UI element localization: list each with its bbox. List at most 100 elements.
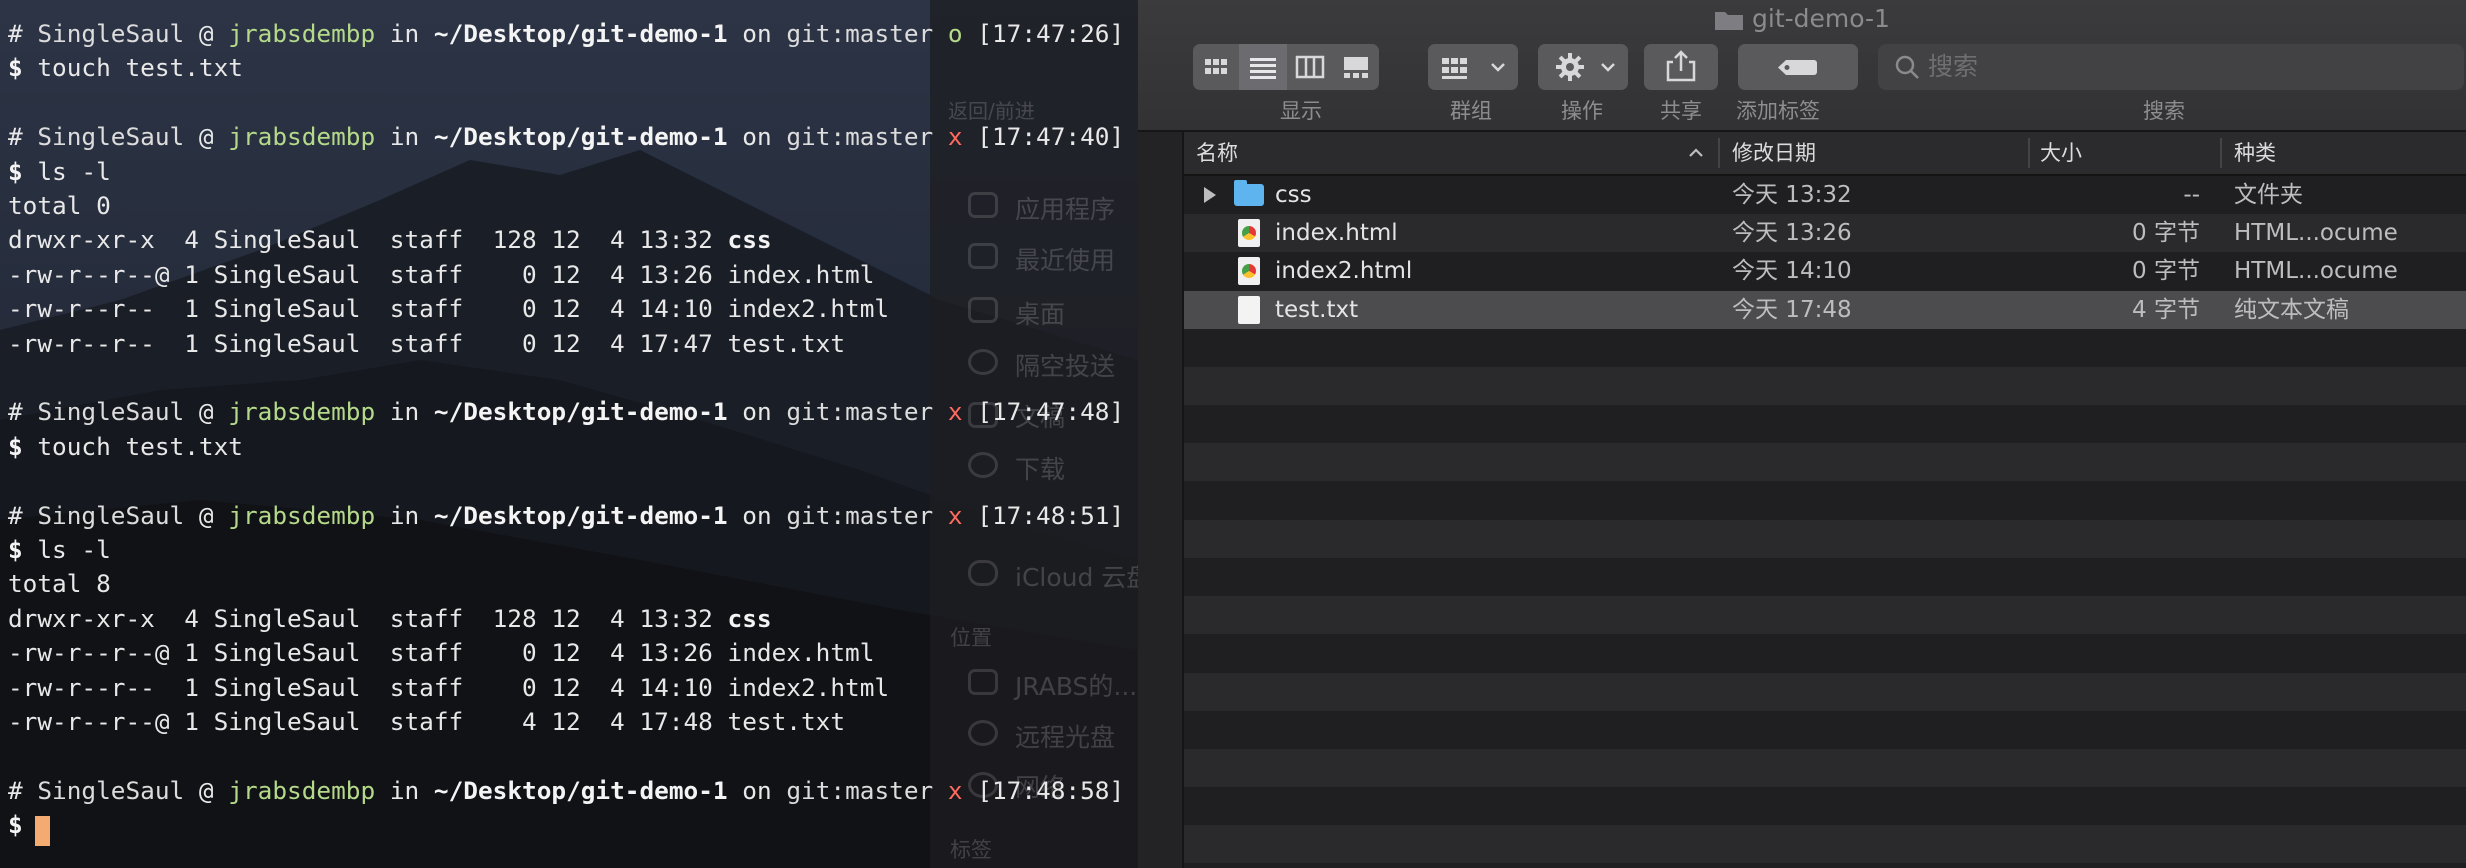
action-button[interactable]: [1538, 44, 1628, 90]
folder-icon: [1234, 180, 1264, 206]
terminal-text: ~/Desktop/git-demo-1: [433, 775, 728, 805]
list-view-button[interactable]: [1239, 44, 1287, 90]
terminal-text: -rw-r--r-- 1 SingleSaul staff 0 12 4 17:…: [8, 328, 846, 358]
cell-kind: 文件夹: [2234, 182, 2303, 208]
terminal-line: -rw-r--r--@ 1 SingleSaul staff 4 12 4 17…: [8, 705, 845, 739]
cell-kind: HTML...ocume: [2234, 258, 2398, 285]
cell-kind: HTML...ocume: [2234, 220, 2398, 247]
cell-name: index2.html: [1275, 258, 1413, 285]
column-header-size[interactable]: 大小: [2040, 132, 2082, 174]
empty-row: [1184, 787, 2466, 826]
cell-modified: 今天 14:10: [1732, 258, 1852, 285]
cell-modified: 今天 17:48: [1732, 296, 1852, 323]
terminal-line: # SingleSaul @ jrabsdembp in ~/Desktop/g…: [8, 17, 1124, 51]
empty-row: [1184, 481, 2466, 520]
chrome-doc-icon: [1238, 219, 1260, 248]
column-view-button[interactable]: [1287, 44, 1333, 90]
share-button[interactable]: [1644, 44, 1718, 90]
cell-name: index.html: [1275, 220, 1398, 247]
terminal-text: $: [8, 431, 38, 461]
view-mode-control[interactable]: [1193, 44, 1379, 90]
file-row[interactable]: test.txt 今天 17:48 4 字节 纯文本文稿: [1184, 290, 2466, 329]
terminal-text: in: [375, 397, 434, 427]
terminal-text: ~/Desktop/git-demo-1: [433, 500, 728, 530]
terminal-line: $ touch test.txt: [8, 430, 243, 464]
terminal-text: #: [8, 122, 38, 152]
terminal-line: total 8: [8, 567, 111, 601]
file-row[interactable]: index.html 今天 13:26 0 字节 HTML...ocume: [1184, 214, 2466, 253]
terminal-text: in: [375, 775, 434, 805]
terminal-text: x: [933, 500, 963, 530]
terminal-text: [17:48:51]: [962, 500, 1125, 530]
empty-row: [1184, 825, 2466, 864]
add-tag-button[interactable]: [1738, 44, 1858, 90]
terminal-line: $ ls -l: [8, 533, 111, 567]
cell-modified: 今天 13:32: [1732, 182, 1852, 208]
column-divider[interactable]: [1718, 138, 1720, 168]
add-tag-label: 添加标签: [1736, 99, 1820, 123]
terminal-text: touch test.txt: [37, 431, 243, 461]
terminal-text: $: [8, 156, 38, 186]
terminal-text: git:master: [786, 122, 934, 152]
terminal-text: -rw-r--r-- 1 SingleSaul staff 0 12 4 14:…: [8, 672, 890, 702]
terminal-text: jrabsdembp: [228, 19, 376, 48]
icon-view-button[interactable]: [1193, 44, 1239, 90]
cell-size: 0 字节: [2132, 220, 2200, 247]
terminal-text: [17:47:48]: [962, 397, 1125, 427]
search-field[interactable]: 搜索: [1878, 44, 2464, 90]
terminal-line: # SingleSaul @ jrabsdembp in ~/Desktop/g…: [8, 499, 1124, 533]
cell-name: test.txt: [1275, 296, 1359, 323]
empty-row: [1184, 749, 2466, 787]
sort-ascending-icon[interactable]: [1686, 132, 1706, 174]
cell-kind: 纯文本文稿: [2234, 296, 2349, 323]
terminal-window[interactable]: # SingleSaul @ jrabsdembp in ~/Desktop/g…: [0, 0, 1138, 868]
share-icon: [1666, 50, 1696, 82]
list-header: 名称 修改日期 大小 种类: [1184, 132, 2466, 176]
empty-row: [1184, 519, 2466, 558]
terminal-line: # SingleSaul @ jrabsdembp in ~/Desktop/g…: [8, 120, 1124, 154]
empty-row: [1184, 558, 2466, 596]
search-placeholder: 搜索: [1928, 52, 1979, 81]
disclosure-triangle-icon[interactable]: [1204, 187, 1216, 203]
column-header-name[interactable]: 名称: [1196, 132, 1238, 174]
terminal-text: -rw-r--r-- 1 SingleSaul staff 0 12 4 14:…: [8, 294, 890, 324]
gear-icon: [1556, 53, 1615, 81]
terminal-line: -rw-r--r--@ 1 SingleSaul staff 0 12 4 13…: [8, 258, 874, 292]
file-row[interactable]: index2.html 今天 14:10 0 字节 HTML...ocume: [1184, 252, 2466, 291]
terminal-text: drwxr-xr-x 4 SingleSaul staff 128 12 4 1…: [8, 603, 728, 633]
group-grid-icon: [1442, 58, 1505, 79]
finder-toolbar: git-demo-1 显示 群组 操作 共享 添加标签 搜索 搜索: [1138, 0, 2466, 132]
terminal-text: @: [184, 122, 229, 152]
screen: 返回/前进 应用程序 最近使用 桌面 隔空投送 文稿 下载 iCloud 云盘 …: [0, 0, 2466, 868]
terminal-text: jrabsdembp: [228, 122, 376, 152]
terminal-text: #: [8, 775, 38, 805]
terminal-line: # SingleSaul @ jrabsdembp in ~/Desktop/g…: [8, 395, 1124, 429]
column-header-kind[interactable]: 种类: [2234, 132, 2276, 174]
search-label: 搜索: [2143, 99, 2185, 123]
column-header-modified[interactable]: 修改日期: [1732, 132, 1816, 174]
column-divider[interactable]: [2028, 138, 2030, 168]
group-label: 群组: [1450, 99, 1492, 123]
column-divider[interactable]: [2220, 138, 2222, 168]
terminal-text: total 0: [8, 191, 111, 220]
terminal-text: -rw-r--r--@ 1 SingleSaul staff 0 12 4 13…: [8, 638, 875, 668]
terminal-text: SingleSaul: [37, 122, 185, 152]
terminal-line: -rw-r--r-- 1 SingleSaul staff 0 12 4 14:…: [8, 292, 889, 326]
terminal-line: drwxr-xr-x 4 SingleSaul staff 128 12 4 1…: [8, 602, 772, 636]
list-icon: [1250, 58, 1276, 79]
terminal-text: ~/Desktop/git-demo-1: [433, 397, 728, 427]
terminal-text: git:master: [786, 19, 934, 48]
group-button[interactable]: [1428, 44, 1518, 90]
window-title: git-demo-1: [1138, 0, 2466, 38]
terminal-text: ~/Desktop/git-demo-1: [433, 122, 728, 152]
terminal-text: css: [727, 225, 772, 255]
terminal-text: @: [184, 19, 229, 48]
terminal-text: @: [184, 500, 229, 530]
gallery-view-button[interactable]: [1333, 44, 1379, 90]
finder-window: git-demo-1 显示 群组 操作 共享 添加标签 搜索 搜索 名称 修改日…: [1138, 0, 2466, 868]
file-row[interactable]: css 今天 13:32 -- 文件夹: [1184, 176, 2466, 214]
file-list: 名称 修改日期 大小 种类 css 今天 13:32 -- 文件夹 index.html…: [1184, 132, 2466, 868]
terminal-text: on: [727, 775, 787, 805]
terminal-text: SingleSaul: [37, 500, 185, 530]
terminal-text: -rw-r--r--@ 1 SingleSaul staff 4 12 4 17…: [8, 707, 846, 736]
